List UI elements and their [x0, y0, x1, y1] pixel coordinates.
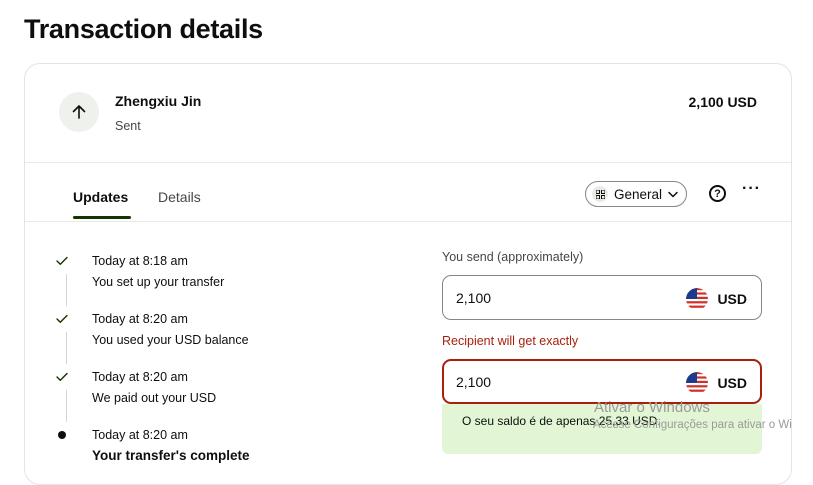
- active-tab-indicator: [73, 216, 131, 219]
- timeline-connector: [66, 332, 67, 364]
- timeline-description: Your transfer's complete: [92, 448, 250, 463]
- tab-updates[interactable]: Updates: [73, 189, 128, 205]
- timeline-connector: [66, 274, 67, 306]
- timeline-time: Today at 8:20 am: [92, 428, 188, 442]
- more-horizontal-icon[interactable]: ···: [742, 180, 761, 198]
- transaction-status: Sent: [115, 119, 141, 133]
- tab-bar: Updates Details General ? ···: [25, 163, 791, 222]
- us-flag-icon: [686, 372, 709, 394]
- transaction-header: Zhengxiu Jin Sent 2,100 USD: [25, 64, 791, 163]
- help-circle-icon[interactable]: ?: [709, 185, 726, 202]
- receive-amount-value: 2,100: [456, 374, 492, 390]
- timeline-description: You set up your transfer: [92, 275, 225, 289]
- timeline-time: Today at 8:18 am: [92, 254, 188, 268]
- chevron-down-icon: [668, 191, 678, 198]
- page-title: Transaction details: [24, 14, 263, 44]
- grid-icon: [592, 186, 608, 202]
- transaction-amount: 2,100 USD: [688, 94, 757, 110]
- current-step-dot-icon: [55, 428, 69, 442]
- send-currency-selector[interactable]: USD: [686, 288, 747, 310]
- receive-currency-selector[interactable]: USD: [686, 372, 747, 394]
- us-flag-icon: [686, 288, 709, 310]
- transaction-card: Zhengxiu Jin Sent 2,100 USD Updates Deta…: [24, 63, 792, 485]
- receive-amount-input[interactable]: 2,100 USD: [442, 359, 762, 404]
- check-icon: [55, 370, 69, 384]
- timeline-description: You used your USD balance: [92, 333, 249, 347]
- tab-details[interactable]: Details: [158, 189, 201, 205]
- send-amount-value: 2,100: [456, 290, 492, 306]
- send-amount-label: You send (approximately): [442, 250, 584, 264]
- send-amount-input[interactable]: 2,100 USD: [442, 275, 762, 320]
- receive-currency-code: USD: [717, 375, 747, 391]
- recipient-name: Zhengxiu Jin: [115, 93, 202, 109]
- timeline-connector: [66, 390, 67, 422]
- balance-warning: O seu saldo é de apenas 25,33 USD.: [442, 404, 762, 454]
- check-icon: [55, 312, 69, 326]
- timeline-time: Today at 8:20 am: [92, 370, 188, 384]
- profile-dropdown[interactable]: General: [585, 181, 688, 207]
- send-currency-code: USD: [717, 291, 747, 307]
- balance-warning-text: O seu saldo é de apenas 25,33 USD.: [462, 414, 661, 428]
- timeline-time: Today at 8:20 am: [92, 312, 188, 326]
- check-icon: [55, 254, 69, 268]
- receive-amount-label: Recipient will get exactly: [442, 334, 579, 348]
- timeline-description: We paid out your USD: [92, 391, 217, 405]
- arrow-up-icon: [59, 92, 99, 132]
- profile-dropdown-label: General: [614, 186, 663, 202]
